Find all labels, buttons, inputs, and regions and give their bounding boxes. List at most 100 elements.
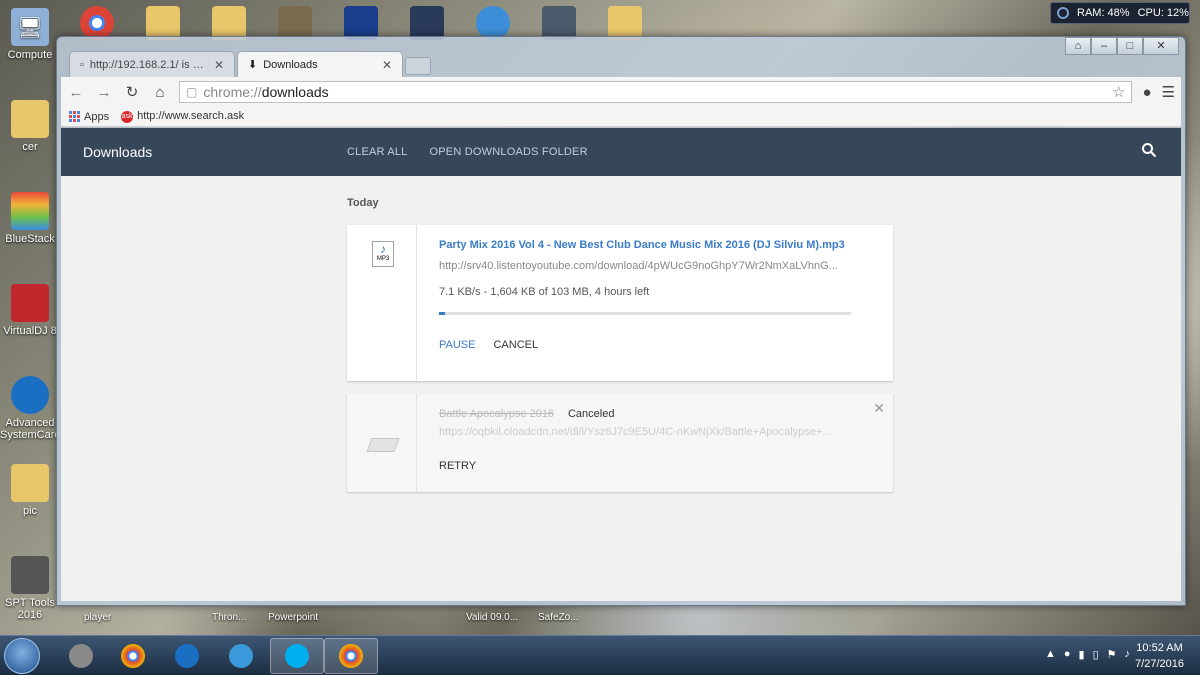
menu-icon[interactable]: ☰ bbox=[1162, 83, 1175, 101]
taskbar-app-speedometer[interactable] bbox=[214, 638, 268, 674]
close-tab-icon[interactable]: ✕ bbox=[382, 58, 392, 72]
remove-item-icon[interactable]: ✕ bbox=[873, 400, 885, 417]
gauge-icon bbox=[1057, 7, 1069, 19]
section-date: Today bbox=[347, 197, 379, 209]
home-icon[interactable]: ⌂ bbox=[151, 84, 169, 101]
system-tray: ▲ ● ▮ ▯ ⚑ ♪ bbox=[1045, 648, 1130, 661]
taskbar-app-skype[interactable] bbox=[270, 638, 324, 674]
bookmark-ask[interactable]: ask http://www.search.ask bbox=[121, 110, 244, 123]
taskbar-app-installer[interactable] bbox=[54, 638, 108, 674]
tray-app-icon[interactable]: ● bbox=[1064, 648, 1071, 661]
desktop-icon-computer[interactable]: 🖥 Compute bbox=[0, 8, 60, 61]
desktop-icon-advanced-systemcare[interactable]: Advanced SystemCare bbox=[0, 376, 61, 441]
chrome-desktop-icon[interactable] bbox=[80, 6, 114, 40]
tab-router[interactable]: ▫ http://192.168.2.1/ is not a ✕ bbox=[69, 51, 235, 77]
clear-all-button[interactable]: CLEAR ALL bbox=[347, 146, 408, 158]
downloads-header: Downloads CLEAR ALL OPEN DOWNLOADS FOLDE… bbox=[61, 128, 1181, 176]
chrome-window: ⌂ – □ ✕ ▫ http://192.168.2.1/ is not a ✕… bbox=[56, 36, 1186, 606]
extension-icon[interactable]: ● bbox=[1142, 84, 1151, 101]
ask-icon: ask bbox=[121, 110, 134, 123]
cpu-readout: CPU: 12% bbox=[1137, 7, 1189, 19]
forward-arrow-icon[interactable]: → bbox=[95, 84, 113, 101]
taskbar-app-chrome[interactable] bbox=[106, 638, 160, 674]
desktop-icon-cer[interactable]: cer bbox=[0, 100, 60, 153]
clock[interactable]: 10:52 AM 7/27/2016 bbox=[1135, 640, 1184, 672]
app-icon[interactable] bbox=[344, 6, 378, 40]
battery-icon[interactable]: ▯ bbox=[1093, 648, 1099, 661]
taskbar: ▲ ● ▮ ▯ ⚑ ♪ 10:52 AM 7/27/2016 bbox=[0, 635, 1200, 675]
installer-icon bbox=[69, 644, 93, 668]
download-actions: PAUSE CANCEL bbox=[439, 339, 853, 351]
desktop-icon-label: Compute bbox=[7, 49, 53, 61]
chrome-icon bbox=[339, 644, 363, 668]
bluestacks-icon bbox=[11, 192, 49, 230]
archive-icon[interactable] bbox=[542, 6, 576, 40]
download-source-url[interactable]: http://srv40.listentoyoutube.com/downloa… bbox=[439, 260, 853, 272]
photo-icon[interactable] bbox=[278, 6, 312, 40]
chrome-icon bbox=[121, 644, 145, 668]
bookmark-apps[interactable]: Apps bbox=[69, 111, 109, 123]
close-window-button[interactable]: ✕ bbox=[1143, 37, 1179, 55]
file-icon-column: ♪ MP3 bbox=[347, 225, 417, 381]
address-bar[interactable]: ▢ chrome://downloads ☆ bbox=[179, 81, 1133, 103]
music-note-icon: ♪ bbox=[380, 242, 386, 256]
download-title-row: Battle Apocalypse 2016 Canceled bbox=[439, 408, 853, 420]
app-icon[interactable] bbox=[410, 6, 444, 40]
desktop-icon-label: SPT Tools 2016 bbox=[5, 597, 55, 621]
download-source-url[interactable]: https://oqbkil.oloadcdn.net/dl/l/Ysz6J7c… bbox=[439, 426, 853, 438]
taskbar-app-chrome-active[interactable] bbox=[324, 638, 378, 674]
download-file-name[interactable]: Party Mix 2016 Vol 4 - New Best Club Dan… bbox=[439, 239, 853, 252]
download-item: ♪ MP3 Party Mix 2016 Vol 4 - New Best Cl… bbox=[347, 225, 893, 381]
cancel-button[interactable]: CANCEL bbox=[493, 339, 538, 351]
volume-icon[interactable]: ♪ bbox=[1125, 648, 1131, 661]
systemcare-icon bbox=[175, 644, 199, 668]
desktop-icon-pic[interactable]: pic bbox=[0, 464, 60, 517]
desktop-icon-label: cer bbox=[22, 141, 38, 153]
pause-button[interactable]: PAUSE bbox=[439, 339, 475, 351]
folder-icon bbox=[11, 100, 49, 138]
desktop-icon-bluestacks[interactable]: BlueStack bbox=[0, 192, 60, 245]
download-file-name: Battle Apocalypse 2016 bbox=[439, 408, 554, 420]
progress-fill bbox=[439, 312, 446, 315]
gear-app-icon[interactable] bbox=[476, 6, 510, 40]
desktop-icon-virtualdj[interactable]: VirtualDJ 8 bbox=[0, 284, 60, 337]
retry-button[interactable]: RETRY bbox=[439, 460, 853, 472]
desktop-icon-label: VirtualDJ 8 bbox=[3, 325, 57, 337]
close-tab-icon[interactable]: ✕ bbox=[214, 58, 224, 72]
show-hidden-icons[interactable]: ▲ bbox=[1045, 648, 1056, 661]
download-item: Battle Apocalypse 2016 Canceled https://… bbox=[347, 394, 893, 492]
open-downloads-folder-button[interactable]: OPEN DOWNLOADS FOLDER bbox=[430, 146, 588, 158]
folder-icon[interactable] bbox=[608, 6, 642, 40]
clock-date: 7/27/2016 bbox=[1135, 658, 1184, 670]
window-controls: ⌂ – □ ✕ bbox=[1065, 37, 1179, 55]
desktop-icon-spt-tools[interactable]: SPT Tools 2016 bbox=[0, 556, 60, 621]
url-scheme: chrome:// bbox=[203, 84, 262, 100]
folder-icon[interactable] bbox=[212, 6, 246, 40]
reload-icon[interactable]: ↻ bbox=[123, 83, 141, 101]
system-monitor-widget: RAM: 48% CPU: 12% bbox=[1050, 2, 1190, 24]
download-status: 7.1 KB/s - 1,604 KB of 103 MB, 4 hours l… bbox=[439, 286, 650, 298]
flag-icon[interactable]: ⚑ bbox=[1107, 648, 1117, 661]
systemcare-icon bbox=[11, 376, 49, 414]
skype-icon bbox=[285, 644, 309, 668]
search-icon[interactable] bbox=[1141, 142, 1157, 158]
user-icon[interactable]: ⌂ bbox=[1065, 37, 1091, 55]
folder-icon[interactable] bbox=[146, 6, 180, 40]
back-arrow-icon[interactable]: ← bbox=[67, 84, 85, 101]
new-tab-button[interactable] bbox=[405, 57, 431, 75]
maximize-button[interactable]: □ bbox=[1117, 37, 1143, 55]
desktop-icon-label: Advanced SystemCare bbox=[0, 417, 61, 441]
signal-icon[interactable]: ▮ bbox=[1079, 648, 1085, 661]
taskbar-app-systemcare[interactable] bbox=[160, 638, 214, 674]
folder-icon bbox=[11, 464, 49, 502]
tab-downloads[interactable]: ⬇ Downloads ✕ bbox=[237, 51, 403, 77]
start-button[interactable] bbox=[4, 638, 40, 674]
virtualdj-icon bbox=[11, 284, 49, 322]
bookmark-star-icon[interactable]: ☆ bbox=[1112, 83, 1125, 101]
minimize-button[interactable]: – bbox=[1091, 37, 1117, 55]
tab-label: http://192.168.2.1/ is not a bbox=[89, 58, 208, 71]
ram-readout: RAM: 48% bbox=[1077, 7, 1130, 19]
file-icon-column bbox=[347, 394, 417, 492]
clock-time: 10:52 AM bbox=[1136, 642, 1183, 654]
mp3-file-icon: ♪ MP3 bbox=[372, 241, 394, 267]
